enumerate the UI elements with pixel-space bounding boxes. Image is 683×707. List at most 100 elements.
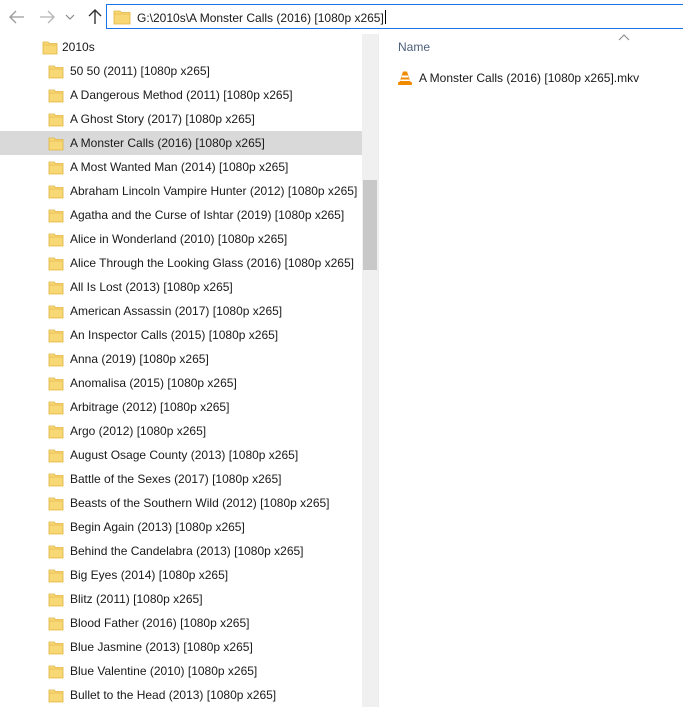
- name-column-header[interactable]: Name: [398, 40, 430, 54]
- tree-item-label: An Inspector Calls (2015) [1080p x265]: [70, 328, 279, 342]
- tree-item[interactable]: Blue Jasmine (2013) [1080p x265]: [0, 635, 362, 659]
- folder-icon: [48, 329, 64, 343]
- tree-item-label: Begin Again (2013) [1080p x265]: [70, 520, 245, 534]
- tree-item[interactable]: A Dangerous Method (2011) [1080p x265]: [0, 83, 362, 107]
- folder-icon: [48, 665, 64, 679]
- tree-item-label: A Ghost Story (2017) [1080p x265]: [70, 112, 255, 126]
- folder-icon: [48, 521, 64, 535]
- forward-button[interactable]: [36, 6, 58, 28]
- tree-item-label: Anna (2019) [1080p x265]: [70, 352, 209, 366]
- tree-root-2010s[interactable]: 2010s: [0, 35, 362, 59]
- tree-item[interactable]: Arbitrage (2012) [1080p x265]: [0, 395, 362, 419]
- arrow-left-icon: [9, 10, 24, 24]
- arrow-right-icon: [40, 10, 55, 24]
- folder-icon: [48, 377, 64, 391]
- tree-item[interactable]: Blood Father (2016) [1080p x265]: [0, 611, 362, 635]
- tree-item[interactable]: August Osage County (2013) [1080p x265]: [0, 443, 362, 467]
- vlc-cone-icon: [398, 71, 412, 85]
- tree-item[interactable]: Big Eyes (2014) [1080p x265]: [0, 563, 362, 587]
- folder-icon: [48, 209, 64, 223]
- tree-item[interactable]: Alice Through the Looking Glass (2016) […: [0, 251, 362, 275]
- tree-item[interactable]: Bullet to the Head (2013) [1080p x265]: [0, 683, 362, 707]
- tree-item[interactable]: A Monster Calls (2016) [1080p x265]: [0, 131, 362, 155]
- address-path-text: G:\2010s\A Monster Calls (2016) [1080p x…: [137, 10, 386, 25]
- tree-item[interactable]: American Assassin (2017) [1080p x265]: [0, 299, 362, 323]
- tree-item-label: Anomalisa (2015) [1080p x265]: [70, 376, 237, 390]
- file-explorer-window: G:\2010s\A Monster Calls (2016) [1080p x…: [0, 0, 683, 707]
- tree-item-label: Battle of the Sexes (2017) [1080p x265]: [70, 472, 282, 486]
- scrollbar-thumb[interactable]: [363, 180, 377, 270]
- folder-icon: [48, 305, 64, 319]
- folder-icon: [48, 449, 64, 463]
- folder-icon: [48, 593, 64, 607]
- recent-locations-button[interactable]: [62, 6, 78, 28]
- tree-item-label: American Assassin (2017) [1080p x265]: [70, 304, 283, 318]
- tree-item[interactable]: Anomalisa (2015) [1080p x265]: [0, 371, 362, 395]
- tree-item[interactable]: Beasts of the Southern Wild (2012) [1080…: [0, 491, 362, 515]
- folder-icon: [48, 233, 64, 247]
- up-button[interactable]: [84, 6, 106, 28]
- tree-item-label: Beasts of the Southern Wild (2012) [1080…: [70, 496, 330, 510]
- folder-icon: [48, 281, 64, 295]
- tree-item-label: Blitz (2011) [1080p x265]: [70, 592, 203, 606]
- tree-item[interactable]: Anna (2019) [1080p x265]: [0, 347, 362, 371]
- tree-item[interactable]: 50 50 (2011) [1080p x265]: [0, 59, 362, 83]
- tree-item-label: Alice in Wonderland (2010) [1080p x265]: [70, 232, 288, 246]
- tree-item-label: Abraham Lincoln Vampire Hunter (2012) [1…: [70, 184, 358, 198]
- navigation-pane: 2010s 50 50 (2011) [1080p x265] A Dangerou…: [0, 34, 378, 707]
- tree-item-label: Argo (2012) [1080p x265]: [70, 424, 207, 438]
- folder-icon: [48, 545, 64, 559]
- tree-item[interactable]: A Most Wanted Man (2014) [1080p x265]: [0, 155, 362, 179]
- chevron-down-icon: [65, 14, 75, 20]
- tree-item[interactable]: Battle of the Sexes (2017) [1080p x265]: [0, 467, 362, 491]
- tree-item[interactable]: Alice in Wonderland (2010) [1080p x265]: [0, 227, 362, 251]
- folder-icon: [48, 185, 64, 199]
- tree-item-label: 50 50 (2011) [1080p x265]: [70, 64, 210, 78]
- folder-icon: [42, 41, 58, 55]
- tree-item-label: A Most Wanted Man (2014) [1080p x265]: [70, 160, 289, 174]
- tree-item-label: Blue Jasmine (2013) [1080p x265]: [70, 640, 253, 654]
- tree-item-label: Big Eyes (2014) [1080p x265]: [70, 568, 229, 582]
- folder-icon: [48, 401, 64, 415]
- tree-item[interactable]: Agatha and the Curse of Ishtar (2019) [1…: [0, 203, 362, 227]
- navigation-bar: G:\2010s\A Monster Calls (2016) [1080p x…: [0, 0, 683, 34]
- tree-item-label: All Is Lost (2013) [1080p x265]: [70, 280, 233, 294]
- tree-item[interactable]: A Ghost Story (2017) [1080p x265]: [0, 107, 362, 131]
- tree-item[interactable]: Abraham Lincoln Vampire Hunter (2012) [1…: [0, 179, 362, 203]
- tree-item[interactable]: Begin Again (2013) [1080p x265]: [0, 515, 362, 539]
- folder-icon: [48, 353, 64, 367]
- folder-icon: [113, 10, 131, 25]
- tree-item[interactable]: Behind the Candelabra (2013) [1080p x265…: [0, 539, 362, 563]
- tree-item-label: Arbitrage (2012) [1080p x265]: [70, 400, 230, 414]
- tree-item[interactable]: Blitz (2011) [1080p x265]: [0, 587, 362, 611]
- tree-item-label: Blue Valentine (2010) [1080p x265]: [70, 664, 258, 678]
- address-bar[interactable]: G:\2010s\A Monster Calls (2016) [1080p x…: [106, 4, 683, 29]
- folder-icon: [48, 89, 64, 103]
- arrow-up-icon: [88, 9, 102, 24]
- folder-icon: [48, 161, 64, 175]
- folder-icon: [48, 425, 64, 439]
- folder-icon: [48, 257, 64, 271]
- tree-item-label: August Osage County (2013) [1080p x265]: [70, 448, 299, 462]
- tree-item-label: A Dangerous Method (2011) [1080p x265]: [70, 88, 293, 102]
- tree-item-label: Agatha and the Curse of Ishtar (2019) [1…: [70, 208, 345, 222]
- tree-item[interactable]: All Is Lost (2013) [1080p x265]: [0, 275, 362, 299]
- folder-icon: [48, 617, 64, 631]
- tree-item[interactable]: Argo (2012) [1080p x265]: [0, 419, 362, 443]
- navigation-pane-scrollbar[interactable]: [362, 34, 378, 707]
- tree-item-label: Behind the Candelabra (2013) [1080p x265…: [70, 544, 304, 558]
- back-button[interactable]: [6, 6, 28, 28]
- folder-icon: [48, 473, 64, 487]
- folder-icon: [48, 569, 64, 583]
- tree-item-label: Alice Through the Looking Glass (2016) […: [70, 256, 354, 270]
- tree-item[interactable]: Blue Valentine (2010) [1080p x265]: [0, 659, 362, 683]
- tree-item[interactable]: An Inspector Calls (2015) [1080p x265]: [0, 323, 362, 347]
- folder-icon: [48, 497, 64, 511]
- folder-icon: [48, 137, 64, 151]
- tree-item-label: Blood Father (2016) [1080p x265]: [70, 616, 250, 630]
- folder-icon: [48, 113, 64, 127]
- folder-icon: [48, 689, 64, 703]
- file-list-pane: Name A Monster Calls (2016) [1080p x265]…: [379, 34, 683, 707]
- file-item[interactable]: A Monster Calls (2016) [1080p x265].mkv: [397, 68, 639, 88]
- chevron-up-icon: [618, 34, 630, 41]
